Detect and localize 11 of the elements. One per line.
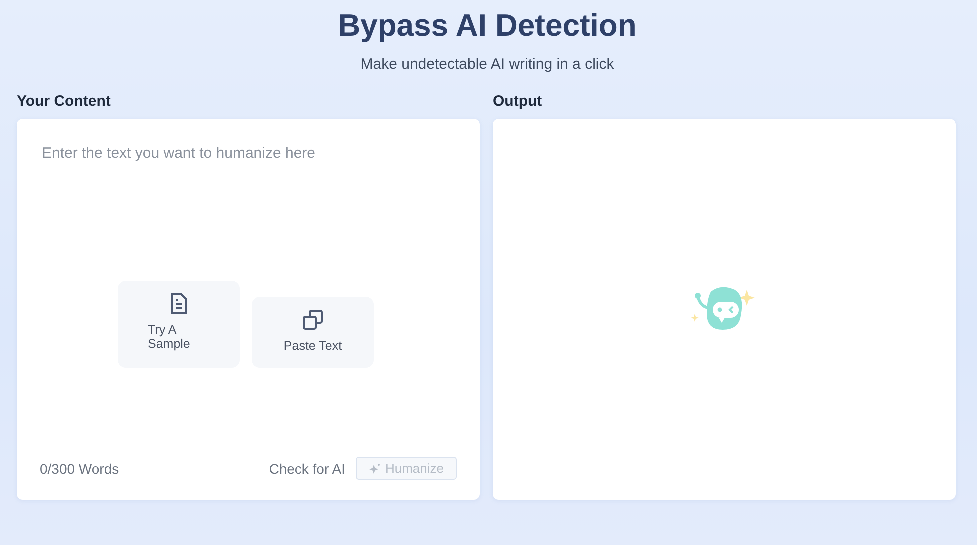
check-for-ai-link[interactable]: Check for AI: [269, 460, 346, 476]
copy-icon: [302, 308, 324, 330]
document-icon: [169, 292, 189, 314]
try-sample-button[interactable]: Try A Sample: [118, 280, 240, 368]
word-count: 0/300 Words: [40, 460, 120, 476]
paste-text-button[interactable]: Paste Text: [252, 296, 374, 368]
sparkle-icon: [369, 462, 382, 474]
input-label: Your Content: [17, 93, 111, 110]
page-title: Bypass AI Detection: [337, 7, 638, 45]
page-subtitle: Make undetectable AI writing in a click: [360, 56, 614, 73]
output-label: Output: [493, 93, 542, 110]
